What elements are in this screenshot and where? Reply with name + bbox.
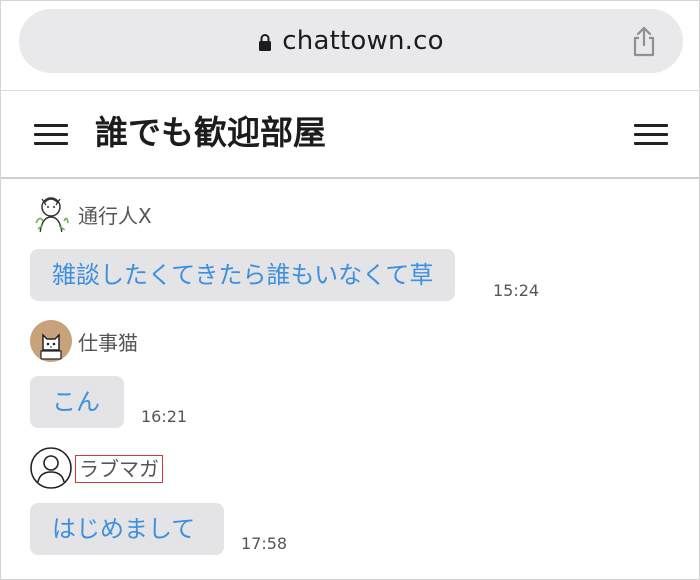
room-title: 誰でも歓迎部屋 <box>95 113 326 152</box>
sketch-avatar-icon <box>35 197 69 234</box>
message-bubble: 雑談したくてきたら誰もいなくて草 <box>30 249 456 301</box>
message-time: 17:58 <box>241 534 288 553</box>
phone-screen: chattown.co 誰でも歓迎部屋 通行人X 雑談したくてきたら誰もいなくて… <box>0 0 700 580</box>
cat-avatar[interactable] <box>30 320 72 362</box>
username: 仕事猫 <box>78 331 138 355</box>
divider <box>1 177 699 179</box>
user-icon <box>30 447 72 489</box>
hamburger-menu-icon[interactable] <box>634 123 668 147</box>
username: 通行人X <box>78 204 152 228</box>
url-text: chattown.co <box>282 26 444 56</box>
address-bar[interactable]: chattown.co <box>19 9 683 73</box>
lock-icon <box>259 34 272 51</box>
share-icon[interactable] <box>629 25 659 57</box>
message-bubble: はじめまして <box>30 503 224 555</box>
message-time: 16:21 <box>141 407 188 426</box>
hamburger-menu-icon[interactable] <box>34 123 68 147</box>
sketch-avatar[interactable] <box>30 193 72 235</box>
room-header: 誰でも歓迎部屋 <box>1 91 699 177</box>
url-container: chattown.co <box>19 9 683 73</box>
default-user-avatar[interactable] <box>30 447 72 489</box>
cat-avatar-icon <box>30 320 72 362</box>
username-highlighted: ラブマガ <box>75 455 163 483</box>
message-bubble: こん <box>30 376 124 428</box>
message-time: 15:24 <box>493 281 540 300</box>
